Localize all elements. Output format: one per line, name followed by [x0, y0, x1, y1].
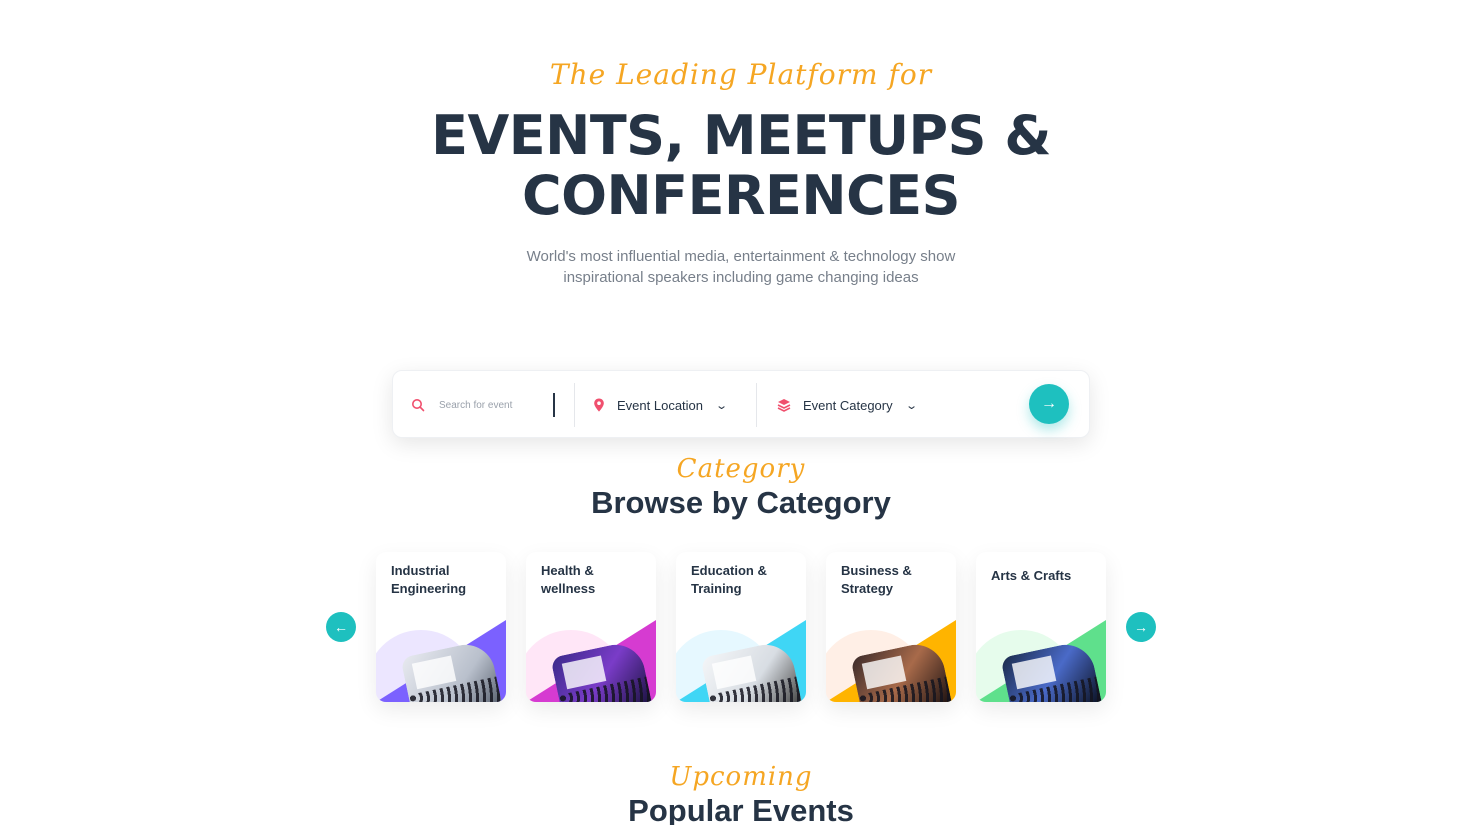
category-card-title: Business & Strategy [841, 563, 912, 596]
hero-title: EVENTS, MEETUPS & CONFERENCES [0, 106, 1482, 226]
hero-subtitle-line2: inspirational speakers including game ch… [563, 269, 919, 286]
search-icon [412, 399, 425, 412]
hero-title-line1: EVENTS, MEETUPS & [431, 104, 1051, 167]
category-card[interactable]: Industrial Engineering [376, 552, 506, 702]
divider [574, 383, 575, 427]
chevron-down-icon: ⌄ [904, 399, 918, 412]
category-card[interactable]: Arts & Crafts [976, 552, 1106, 702]
text-cursor [553, 393, 555, 417]
carousel-prev-button[interactable]: ← [326, 612, 356, 642]
arrow-right-icon: → [1134, 619, 1148, 635]
event-location-label: Event Location [617, 397, 704, 413]
category-card-title: Health & wellness [541, 563, 596, 596]
category-card-title: Education & Training [691, 563, 767, 596]
search-placeholder: Search for event [439, 399, 513, 411]
search-input[interactable]: Search for event [411, 371, 556, 439]
upcoming-tagline: Upcoming [669, 762, 813, 792]
event-category-label: Event Category [803, 397, 893, 413]
divider [756, 383, 757, 427]
category-card-title: Industrial Engineering [391, 563, 467, 596]
event-search-bar: Search for event Event Location ⌄ Event … [392, 370, 1090, 438]
upcoming-section-title: Popular Events [628, 793, 854, 825]
hero-subtitle-line1: World's most influential media, entertai… [526, 248, 956, 265]
event-location-dropdown[interactable]: Event Location ⌄ [593, 371, 753, 439]
chevron-down-icon: ⌄ [715, 399, 729, 412]
arrow-left-icon: ← [334, 619, 348, 635]
category-section-title: Browse by Category [591, 485, 891, 520]
hero-title-line2: CONFERENCES [521, 164, 961, 227]
category-card[interactable]: Health & wellness [526, 552, 656, 702]
category-carousel: Industrial Engineering Health & wellness… [376, 552, 1106, 702]
category-tagline: Category [676, 454, 806, 484]
category-card[interactable]: Education & Training [676, 552, 806, 702]
search-submit-button[interactable]: → [1029, 384, 1069, 424]
layers-icon [777, 399, 791, 412]
location-pin-icon [594, 398, 604, 412]
event-category-dropdown[interactable]: Event Category ⌄ [777, 371, 937, 439]
arrow-right-icon: → [1041, 395, 1057, 412]
category-card[interactable]: Business & Strategy [826, 552, 956, 702]
category-card-title: Arts & Crafts [991, 568, 1072, 583]
hero-tagline: The Leading Platform for [549, 58, 933, 91]
carousel-next-button[interactable]: → [1126, 612, 1156, 642]
hero-subtitle: World's most influential media, entertai… [0, 246, 1482, 288]
